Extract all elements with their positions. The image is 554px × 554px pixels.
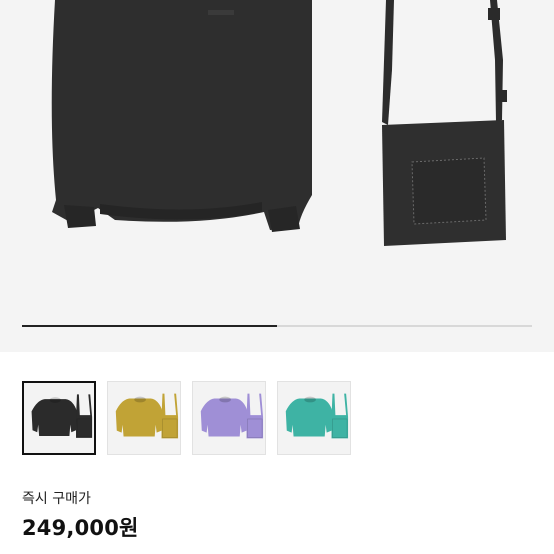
sweatshirt-cuff-left xyxy=(64,205,96,228)
thumbnail-illustration xyxy=(115,393,179,439)
strap-adjuster xyxy=(497,90,507,102)
thumbnail-illustration xyxy=(285,393,349,439)
color-thumbnail-list xyxy=(22,381,351,455)
gallery-progress-fill xyxy=(22,325,277,327)
thumbnail-illustration xyxy=(200,393,264,439)
instant-buy-price: 249,000원 xyxy=(22,516,139,540)
bag-pocket xyxy=(411,157,487,225)
sweatshirt-cuff-right xyxy=(268,206,300,232)
strap-buckle xyxy=(488,8,500,20)
color-thumbnail-teal[interactable] xyxy=(277,381,351,455)
instant-buy-label: 즉시 구매가 xyxy=(22,491,91,507)
color-thumbnail-mustard[interactable] xyxy=(107,381,181,455)
bag-strap-left xyxy=(382,0,394,125)
thumbnail-illustration xyxy=(31,394,93,438)
product-photo xyxy=(51,0,507,246)
sweatshirt-logo xyxy=(208,10,234,15)
color-thumbnail-lavender[interactable] xyxy=(192,381,266,455)
gallery-progress-track xyxy=(22,325,532,327)
color-thumbnail-black[interactable] xyxy=(22,381,96,455)
sweatshirt-body xyxy=(51,0,312,230)
product-image[interactable] xyxy=(0,0,554,352)
